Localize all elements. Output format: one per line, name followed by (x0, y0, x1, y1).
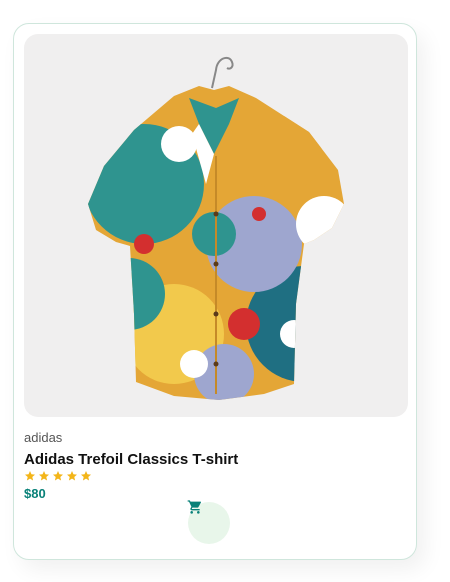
star-icon (39, 471, 49, 481)
add-to-cart-button[interactable] (187, 500, 230, 544)
shirt-illustration (88, 56, 344, 400)
product-card[interactable]: adidas Adidas Trefoil Classics T-shirt $… (13, 23, 417, 560)
star-icon (53, 471, 63, 481)
hanger-hook (211, 56, 234, 89)
star-icon (67, 471, 77, 481)
product-rating (24, 470, 92, 482)
product-price: $80 (24, 486, 46, 501)
product-image[interactable] (24, 34, 408, 417)
product-name[interactable]: Adidas Trefoil Classics T-shirt (24, 451, 238, 468)
star-icon (25, 471, 35, 481)
shopping-cart-icon (187, 500, 201, 514)
product-brand: adidas (24, 430, 63, 445)
star-icon (81, 471, 91, 481)
